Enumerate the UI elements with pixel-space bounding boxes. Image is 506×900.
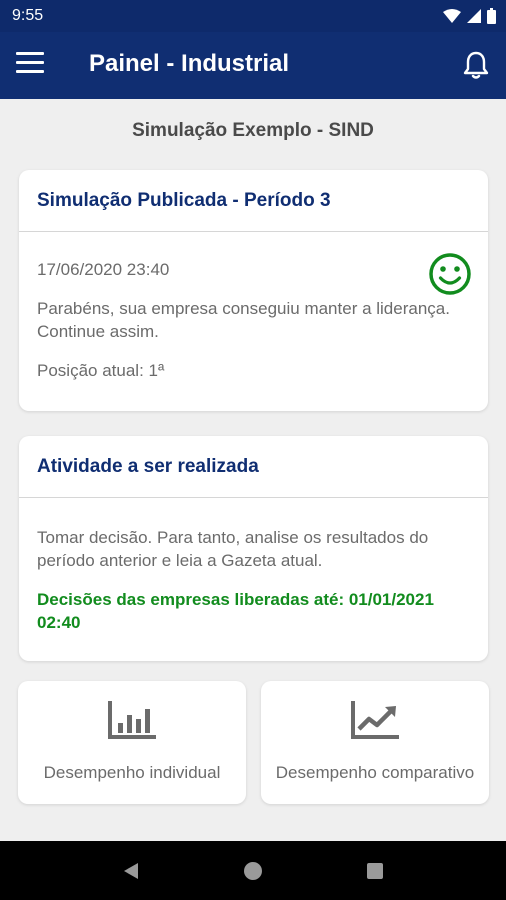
app-bar: Painel - Industrial — [0, 32, 506, 99]
published-card-body: 17/06/2020 23:40 Parabéns, sua empresa c… — [19, 232, 488, 402]
smiley-icon — [429, 253, 471, 295]
status-bar: 9:55 — [0, 0, 506, 32]
comparative-performance-button[interactable]: Desempenho comparativo — [261, 681, 489, 804]
activity-instruction: Tomar decisão. Para tanto, analise os re… — [37, 528, 429, 570]
individual-performance-button[interactable]: Desempenho individual — [18, 681, 246, 804]
activity-card: Atividade a ser realizada Tomar decisão.… — [19, 436, 488, 661]
bar-chart-icon — [108, 701, 156, 739]
published-message: Parabéns, sua empresa conseguiu manter a… — [37, 299, 450, 341]
wifi-icon — [443, 9, 461, 23]
simulation-name: Simulação Exemplo - SIND — [132, 120, 374, 141]
individual-performance-label: Desempenho individual — [43, 763, 221, 782]
comparative-performance-label: Desempenho comparativo — [275, 763, 475, 782]
status-icons — [443, 8, 496, 24]
decision-deadline: Decisões das empresas liberadas até: 01/… — [37, 590, 434, 632]
back-icon[interactable] — [116, 856, 146, 886]
current-position: Posição atual: 1ª — [37, 361, 165, 380]
recents-icon[interactable] — [360, 856, 390, 886]
signal-icon — [467, 9, 481, 23]
trending-up-icon — [351, 701, 399, 739]
status-time: 9:55 — [12, 7, 44, 24]
published-card-title: Simulação Publicada - Período 3 — [19, 170, 488, 232]
published-date: 17/06/2020 23:40 — [37, 260, 170, 279]
battery-icon — [487, 8, 496, 24]
system-nav-bar — [0, 841, 506, 900]
bell-icon[interactable] — [462, 50, 490, 80]
home-icon[interactable] — [238, 856, 268, 886]
menu-icon[interactable] — [16, 52, 44, 78]
app-title: Painel - Industrial — [89, 50, 290, 77]
activity-card-body: Tomar decisão. Para tanto, analise os re… — [19, 498, 488, 654]
published-simulation-card: Simulação Publicada - Período 3 17/06/20… — [19, 170, 488, 411]
activity-card-title: Atividade a ser realizada — [19, 436, 488, 498]
